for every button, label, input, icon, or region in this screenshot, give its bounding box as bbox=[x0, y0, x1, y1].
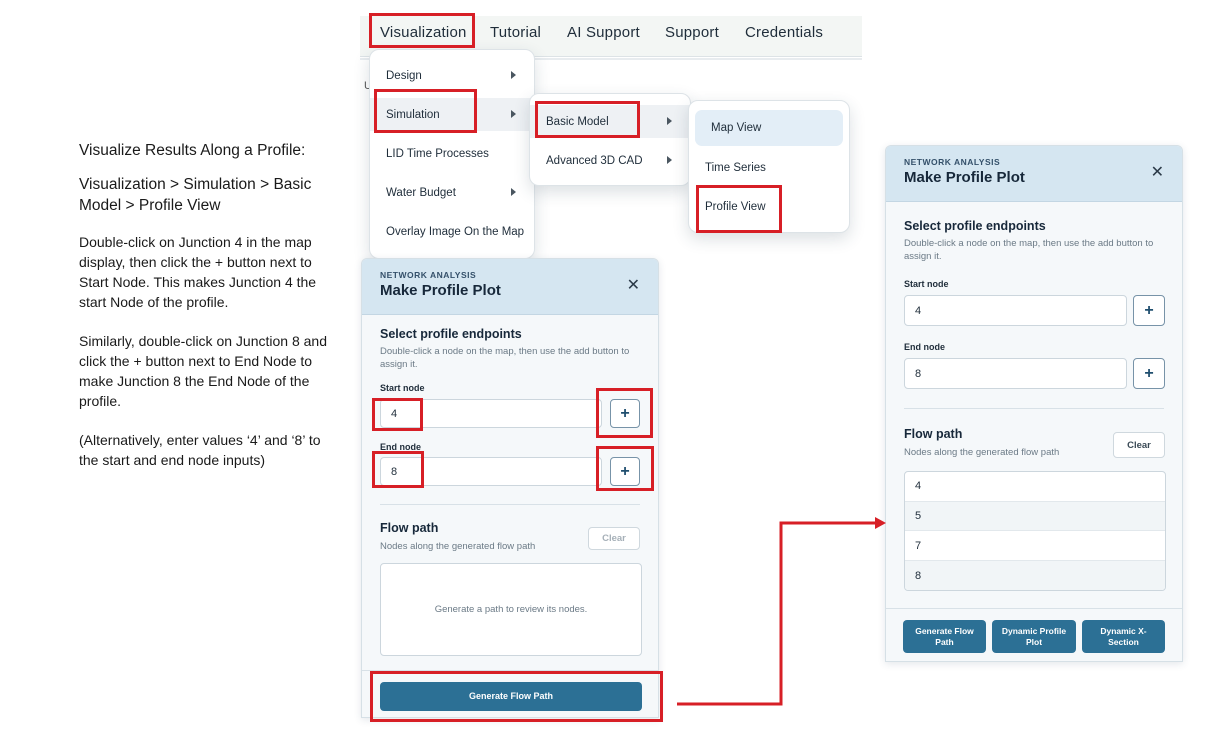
arrow-connector-icon bbox=[677, 517, 886, 706]
